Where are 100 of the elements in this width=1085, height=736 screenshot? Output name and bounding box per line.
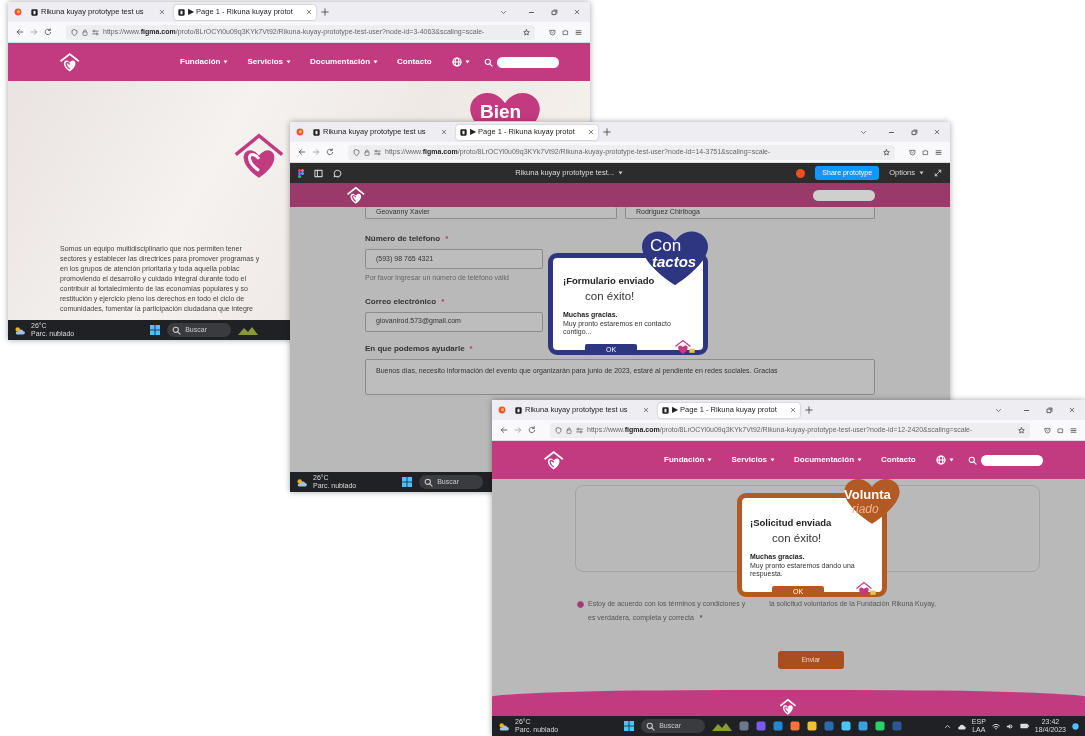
close-icon[interactable] (790, 407, 796, 413)
browser-logo-icon[interactable] (14, 8, 22, 16)
cloud-icon[interactable] (956, 722, 966, 730)
required-mark: * (469, 343, 473, 353)
windows-logo-icon[interactable] (624, 721, 635, 731)
nav-link[interactable]: Contacto (881, 454, 916, 466)
back-arrow-icon[interactable] (500, 426, 508, 434)
windows-logo-icon[interactable] (402, 477, 413, 487)
caret-down-icon (618, 171, 624, 175)
search-icon[interactable] (483, 57, 493, 67)
browser-logo-icon[interactable] (296, 128, 304, 136)
globe-icon[interactable] (451, 57, 462, 67)
close-icon[interactable] (643, 407, 649, 413)
app-icon[interactable] (858, 721, 869, 731)
nav-link[interactable]: Documentación (794, 454, 863, 466)
landscape-icon[interactable] (712, 721, 733, 731)
app-icon[interactable] (807, 721, 818, 731)
search-field[interactable] (813, 189, 875, 201)
field-label: Correo electrónico (365, 296, 437, 306)
nav-link[interactable]: Servicios (247, 56, 292, 68)
star-icon[interactable] (883, 148, 890, 156)
reload-icon[interactable] (44, 28, 52, 36)
search-icon[interactable] (967, 455, 977, 465)
checkbox[interactable] (577, 600, 584, 608)
speaker-icon[interactable] (1005, 722, 1014, 730)
sidebar-icon[interactable] (314, 168, 323, 178)
page-favicon-icon (662, 406, 669, 414)
search-field[interactable] (496, 56, 559, 68)
pocket-icon[interactable] (1044, 426, 1051, 434)
sliders-icon[interactable] (576, 426, 583, 434)
menu-icon[interactable] (1070, 426, 1077, 434)
wifi-icon[interactable] (991, 722, 1000, 730)
menu-icon[interactable] (935, 148, 942, 156)
menu-icon[interactable] (575, 28, 582, 36)
restore-icon[interactable] (1046, 406, 1053, 414)
search-icon[interactable] (646, 721, 656, 731)
app-icon[interactable] (790, 721, 801, 731)
close-icon[interactable] (934, 128, 940, 135)
battery-icon[interactable] (1019, 723, 1029, 729)
language-menu[interactable] (451, 57, 470, 67)
page-favicon-icon (460, 128, 467, 136)
close-icon[interactable] (159, 9, 165, 15)
chevron-down-icon[interactable] (860, 128, 867, 136)
lock-icon (364, 148, 370, 156)
page-favicon-icon (313, 128, 320, 136)
globe-icon[interactable] (935, 455, 946, 465)
restore-icon[interactable] (551, 8, 558, 16)
pocket-icon[interactable] (909, 148, 916, 156)
sliders-icon[interactable] (92, 28, 99, 36)
star-icon[interactable] (523, 28, 530, 36)
weather-icon (296, 477, 307, 487)
restore-icon[interactable] (911, 128, 918, 136)
page-favicon-icon (515, 406, 522, 414)
weather-icon (498, 721, 509, 731)
search-icon[interactable] (172, 325, 182, 335)
field-label: En que podemos ayudarle (365, 343, 465, 353)
landscape-icon[interactable] (238, 325, 259, 335)
close-icon[interactable] (588, 129, 594, 135)
nav-link[interactable]: Contacto (397, 56, 432, 68)
nav-link[interactable]: Fundación (180, 56, 229, 68)
close-icon[interactable] (441, 129, 447, 135)
caret-down-icon (286, 60, 292, 64)
close-icon[interactable] (306, 9, 312, 15)
nav-link[interactable]: Fundación (664, 454, 713, 466)
reload-icon[interactable] (528, 426, 536, 434)
plus-icon[interactable] (805, 406, 813, 414)
shield-icon (555, 426, 562, 434)
expand-icon[interactable] (934, 169, 942, 177)
browser-logo-icon[interactable] (498, 406, 506, 414)
user-avatar[interactable] (796, 168, 806, 178)
figma-logo-icon[interactable] (298, 168, 304, 178)
nav-link[interactable]: Documentación (310, 56, 379, 68)
app-icon[interactable] (875, 721, 886, 731)
search-icon[interactable] (424, 477, 434, 487)
page-favicon-icon (178, 8, 185, 16)
caret-down-icon (373, 60, 379, 64)
search-field[interactable] (980, 454, 1043, 466)
close-icon[interactable] (574, 8, 580, 15)
chevron-down-icon[interactable] (500, 8, 507, 16)
field-label: Número de teléfono (365, 234, 441, 243)
badge-text: Volunta (844, 486, 891, 504)
chevron-up-icon[interactable] (943, 722, 951, 730)
language-menu[interactable] (935, 455, 954, 465)
app-icon[interactable] (773, 721, 784, 731)
reload-icon[interactable] (326, 148, 334, 156)
app-icon[interactable] (841, 721, 852, 731)
plus-icon[interactable] (603, 128, 611, 136)
pocket-icon[interactable] (549, 28, 556, 36)
lock-icon (82, 28, 88, 36)
plus-icon[interactable] (321, 8, 329, 16)
notification-icon[interactable] (1072, 722, 1079, 730)
back-arrow-icon[interactable] (298, 148, 306, 156)
sliders-icon[interactable] (374, 148, 381, 156)
back-arrow-icon[interactable] (16, 28, 24, 36)
star-icon[interactable] (1018, 426, 1025, 434)
close-icon[interactable] (1069, 406, 1075, 413)
chevron-down-icon[interactable] (995, 406, 1002, 414)
nav-link[interactable]: Servicios (731, 454, 776, 466)
comment-icon[interactable] (333, 168, 342, 178)
windows-logo-icon[interactable] (150, 325, 161, 335)
